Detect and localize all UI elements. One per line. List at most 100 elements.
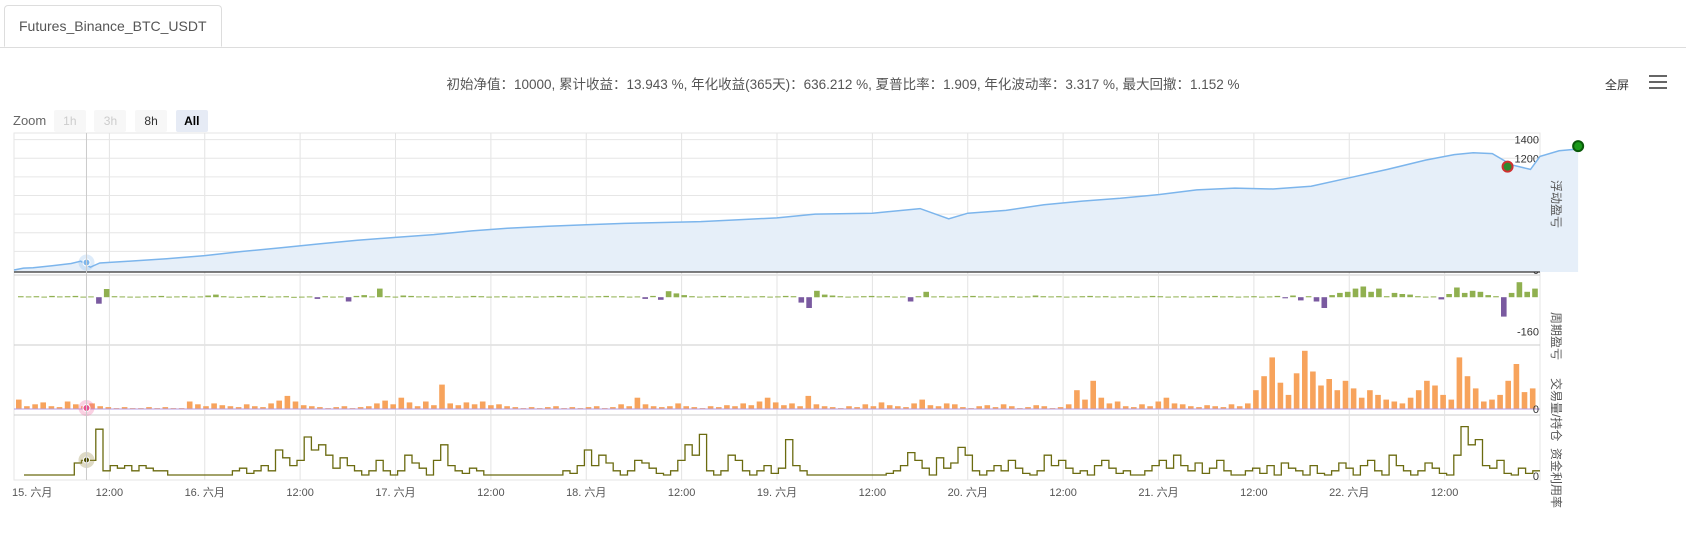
profit-bar [135,296,141,298]
profit-bar [572,296,578,298]
volume-bar [1228,404,1235,409]
profit-bar [1141,296,1148,298]
volume-bar [1521,392,1528,409]
profit-bar [923,291,929,298]
profit-bar [900,296,906,298]
profit-bar [853,296,859,298]
profit-bar [1376,288,1382,298]
x-tick-label: 18. 六月 [566,486,606,499]
volume-bar [1155,401,1162,409]
profit-bar [704,296,711,298]
volume-bar [1326,379,1332,409]
profit-bar [353,295,360,298]
profit-bar [1298,297,1304,301]
profit-bar [736,296,742,298]
profit-bar [220,296,227,298]
volume-bar [423,401,429,409]
profit-bar [88,296,94,298]
profit-bar [1391,292,1398,298]
profit-bar [564,296,570,298]
volume-bar [1033,405,1039,409]
volume-bar [618,404,624,409]
profit-bar [1063,296,1070,298]
volume-bar [64,401,71,409]
profit-bar [611,296,617,298]
volume-bar [1513,364,1520,409]
profit-bar [767,296,773,298]
volume-bar [439,384,445,409]
volume-bar [1358,397,1365,409]
profit-bar [33,296,40,298]
volume-bar [219,405,226,409]
volume-bar [276,400,282,409]
profit-bar [1165,296,1171,298]
profit-bar [228,296,235,298]
profit-bar [150,296,157,298]
profit-bar [80,296,86,298]
profit-bar [1079,296,1086,298]
profit-bar [845,296,851,298]
volume-bar [1098,397,1105,409]
volume-bar [911,403,917,409]
volume-bar [1065,404,1072,409]
profit-bar [416,296,422,298]
profit-bar [127,296,133,298]
x-tick-label: 12:00 [859,487,887,499]
volume-bar [382,400,388,409]
profit-bar [439,296,446,298]
volume-bar [463,402,470,409]
profit-bar [1227,296,1234,298]
profit-bar [25,296,32,298]
volume-bar [1285,394,1292,409]
volume-bar [1090,380,1096,409]
x-tick-label: 12:00 [96,487,124,499]
volume-bar [1293,373,1300,409]
profit-bar [267,296,274,298]
profit-bar [49,295,55,298]
profit-bar [392,296,399,298]
volume-bar [1415,390,1422,409]
profit-bar [283,296,289,298]
volume-bar [805,395,812,409]
y-tick-label: 0 [1533,471,1539,483]
profit-bar [1095,296,1101,298]
x-tick-label: 16. 六月 [185,486,225,499]
profit-bar [244,296,250,298]
equity-area [14,149,1579,272]
volume-bar [1383,399,1389,409]
volume-bar [748,405,755,409]
profit-bar [111,296,118,298]
volume-bar [642,404,649,409]
profit-bar [861,296,867,298]
profit-bar [868,295,875,298]
profit-bar [985,296,992,298]
x-tick-label: 15. 六月 [12,486,52,499]
profit-bar [236,296,243,298]
profit-bar [1493,296,1499,298]
profit-bar [1102,296,1109,298]
volume-bar [398,397,405,409]
profit-bar [291,296,297,298]
x-tick-label: 12:00 [1049,487,1077,499]
volume-bar [1334,390,1341,409]
profit-bar [876,296,883,298]
profit-bar [275,296,282,298]
volume-bar [789,403,795,409]
profit-bar [1266,296,1273,298]
backtest-chart[interactable]: 0200400600800100012001400-1600015. 六月12:… [0,0,1686,541]
profit-bar [64,296,71,298]
volume-bar [1407,397,1414,409]
volume-bar [1472,388,1479,409]
profit-bar [1344,291,1351,298]
profit-bar [1220,296,1226,298]
profit-bar [697,296,703,298]
profit-bar [892,296,898,298]
profit-bar [408,295,414,298]
profit-bar [384,296,391,298]
tab-futures-binance-btc-usdt[interactable]: Futures_Binance_BTC_USDT [4,5,222,47]
profit-bar [1469,290,1476,298]
profit-bar [1274,295,1281,298]
profit-bar [814,290,820,298]
volume-bar [1204,405,1210,409]
profit-bar [299,296,305,298]
